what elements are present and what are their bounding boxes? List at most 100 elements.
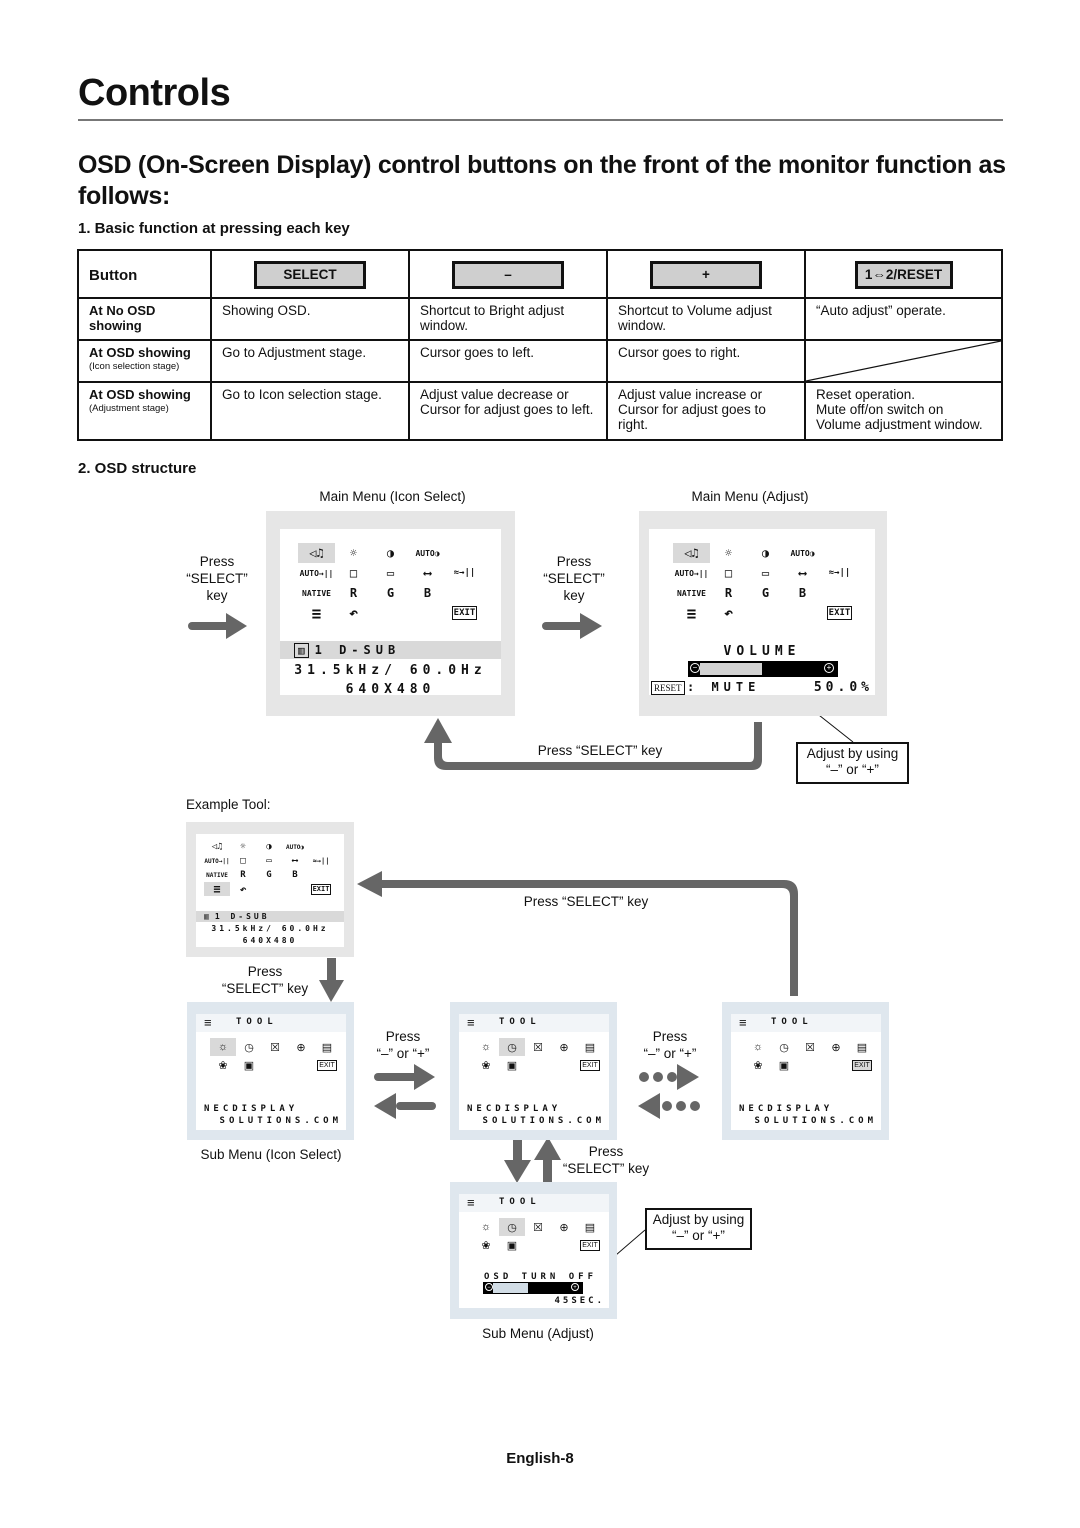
exit-icon: EXIT: [314, 1056, 340, 1074]
brand-line-1: NECDISPLAY: [739, 1104, 834, 1114]
eco-mode-icon: ☼: [480, 1041, 492, 1053]
contrast-icon: ◑: [266, 842, 272, 852]
up-down-icon: ▭: [266, 856, 272, 866]
arrow-left-icon: [374, 1093, 436, 1119]
empty-slot: [525, 1236, 551, 1254]
exit-label: EXIT: [852, 1059, 872, 1071]
factory-preset-icon: ↶: [239, 882, 247, 896]
label-line: Press: [556, 554, 592, 569]
empty-slot: [262, 1056, 288, 1074]
contrast-icon: ◑: [761, 546, 770, 560]
osd-turn-off-value: 45SEC.: [554, 1296, 605, 1306]
exit-label: EXIT: [317, 1059, 337, 1071]
label-line: Press: [588, 1144, 624, 1159]
adjust-note-box: Adjust by using “–” or “+”: [645, 1208, 752, 1250]
auto-contrast-icon: AUTO◑: [790, 548, 815, 558]
empty-slot: [784, 603, 821, 623]
press-select-sub-label: Press “SELECT” key: [556, 1143, 656, 1177]
tool-icon: ≡: [467, 1195, 475, 1210]
empty-slot: [308, 868, 334, 882]
green-icon: G: [386, 586, 395, 600]
exit-icon: EXIT: [849, 1056, 875, 1074]
page-number: English-8: [506, 1450, 574, 1467]
exit-icon: EXIT: [577, 1056, 603, 1074]
empty-slot: [288, 1056, 314, 1074]
up-down-icon: ▭: [761, 566, 770, 580]
minus-icon: −: [690, 663, 700, 673]
main-menu-adjust-caption: Main Menu (Adjust): [691, 489, 809, 504]
arrow-right-icon: [188, 613, 247, 639]
osd-timer-icon: ▣: [243, 1059, 255, 1072]
factory-preset-icon: ↶: [723, 604, 734, 622]
ddc-ci-icon: ▤: [321, 1041, 333, 1054]
blue-icon: B: [423, 586, 432, 600]
example-tool-label: Example Tool:: [186, 797, 271, 812]
plus-icon: +: [824, 663, 834, 673]
label-line: key: [563, 588, 585, 603]
return-press-select-label: Press “SELECT” key: [537, 743, 663, 758]
main-menu-icon-grid: ◁♫ ☼ ◑ AUTO◑ AUTO→|| □ ▭ ⟷ ≈→|| NATIVE R…: [204, 840, 334, 896]
ddc-ci-icon: ▤: [584, 1221, 596, 1234]
fine-icon: ≈→||: [453, 568, 476, 578]
brightness-icon: ☼: [240, 842, 246, 852]
h-size-icon: ⟷: [798, 566, 807, 580]
tool-icon-grid: ☼ ◷ ☒ ⊕ ▤ ❀ ▣ EXIT: [473, 1218, 603, 1254]
tool-title: TOOL: [236, 1017, 278, 1027]
osd-screen: ◁♫ ☼ ◑ AUTO◑ AUTO→|| □ ▭ ⟷ ≈→|| NATIVE R…: [649, 529, 875, 695]
empty-slot: [551, 1056, 577, 1074]
tool-title: TOOL: [771, 1017, 813, 1027]
arrow-right-icon: [374, 1064, 435, 1090]
native-icon: NATIVE: [302, 588, 331, 598]
eco-leaf-icon: ❀: [218, 1059, 228, 1072]
tool-return-press-select-label: Press “SELECT” key: [523, 894, 649, 909]
label-line: key: [206, 588, 228, 603]
tool-header: ≡ TOOL: [731, 1014, 881, 1032]
tool-icon: ≡: [686, 603, 697, 623]
off-timer-icon: ◷: [499, 1038, 525, 1056]
tool-icon: ≡: [467, 1015, 475, 1030]
main-menu-icon-grid: ◁♫ ☼ ◑ AUTO◑ AUTO→|| □ ▭ ⟷ ≈→|| NATIVE R…: [673, 543, 858, 623]
arrow-right-icon: [542, 613, 602, 639]
main-menu-icon-grid: ◁♫ ☼ ◑ AUTO◑ AUTO→|| □ ▭ ⟷ ≈→|| NATIVE R…: [298, 543, 483, 623]
tool-icon: ≡: [739, 1015, 747, 1030]
volume-icon: ◁♫: [211, 842, 223, 852]
label-line: “SELECT” key: [562, 1161, 650, 1176]
volume-slider[interactable]: − +: [688, 661, 838, 677]
expansion-icon: ⊕: [559, 1041, 569, 1054]
empty-slot: [821, 543, 858, 563]
brand-line-2: SOLUTIONS.COM: [219, 1116, 342, 1126]
tool-title: TOOL: [499, 1197, 541, 1207]
label-line: “SELECT”: [543, 571, 605, 586]
fine-icon: ≈→||: [828, 568, 851, 578]
tool-icon: ≡: [311, 603, 322, 623]
eco-mode-icon: ☼: [752, 1041, 764, 1053]
tool-title: TOOL: [499, 1017, 541, 1027]
eco-mode-icon: ☼: [210, 1038, 236, 1056]
ddc-ci-icon: ▤: [856, 1041, 868, 1054]
volume-icon: ◁♫: [673, 543, 710, 563]
left-right-icon: □: [240, 856, 246, 866]
tool-icon-grid: ☼ ◷ ☒ ⊕ ▤ ❀ ▣ EXIT: [210, 1038, 340, 1074]
label-line: “–” or “+”: [643, 1046, 697, 1061]
input-bar: ▥ 1 D-SUB: [280, 641, 501, 659]
osd-lock-icon: ☒: [270, 1041, 280, 1054]
press-select-label: Press “SELECT” key: [535, 553, 613, 604]
press-select-down-label: Press “SELECT” key: [210, 963, 320, 997]
adjust-item-label: OSD TURN OFF: [484, 1272, 598, 1282]
dotted-arrow-right-icon: [639, 1064, 699, 1090]
osd-timer-icon: ▣: [778, 1059, 790, 1072]
note-line: “–” or “+”: [672, 1228, 725, 1243]
eco-leaf-icon: ❀: [481, 1059, 491, 1072]
empty-slot: [282, 882, 308, 896]
expansion-icon: ⊕: [296, 1041, 306, 1054]
main-menu-icon-select-caption: Main Menu (Icon Select): [319, 489, 466, 504]
label-line: Press: [199, 554, 235, 569]
empty-slot: [446, 583, 483, 603]
osd-screen: ◁♫ ☼ ◑ AUTO◑ AUTO→|| □ ▭ ⟷ ≈→|| NATIVE R…: [196, 834, 344, 947]
arrow-up-icon: [424, 718, 452, 743]
osd-screen: ≡ TOOL ☼ ◷ ☒ ⊕ ▤ ❀ ▣ EXIT NECDISPLAY SOL…: [459, 1014, 609, 1130]
auto-contrast-icon: AUTO◑: [285, 843, 305, 851]
arrow-left-icon: [357, 871, 382, 897]
brand-line-1: NECDISPLAY: [467, 1104, 562, 1114]
osd-turn-off-slider[interactable]: − +: [483, 1282, 583, 1294]
